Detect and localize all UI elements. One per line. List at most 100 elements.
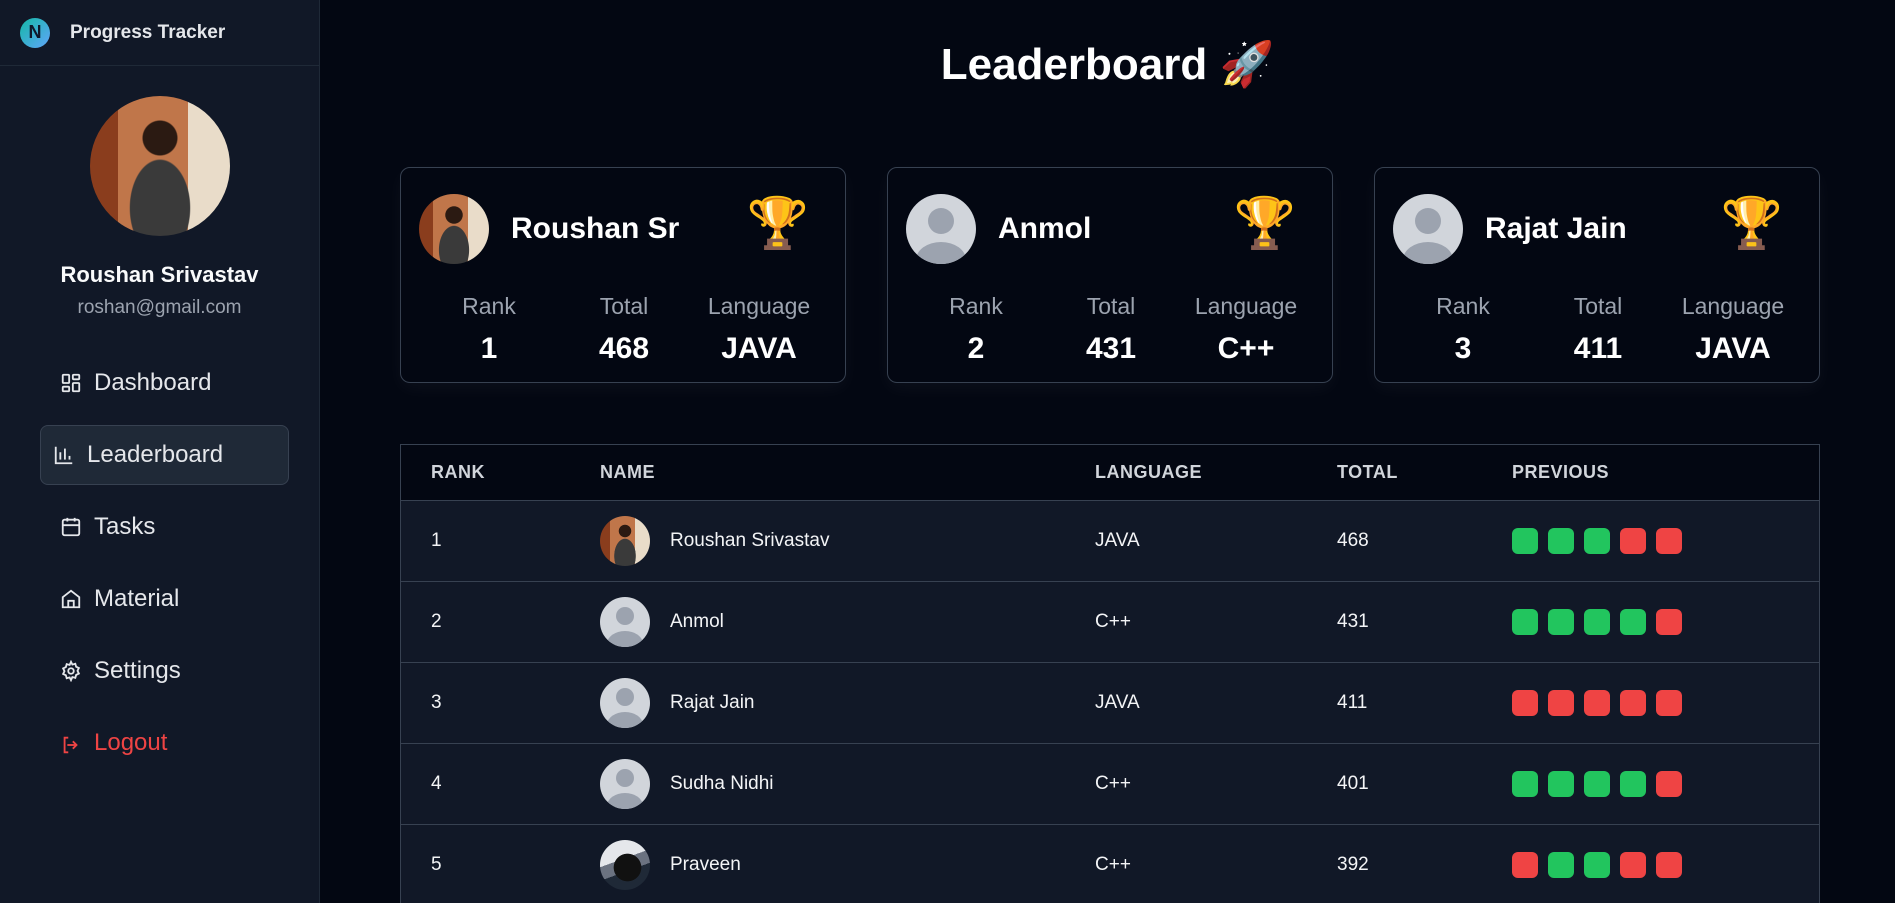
table-row[interactable]: 4 Sudha Nidhi C++ 401: [401, 743, 1819, 824]
sidebar-item-label: Tasks: [94, 513, 156, 540]
logout-icon: [60, 732, 82, 754]
cell-previous: [1512, 690, 1682, 716]
cell-previous: [1512, 852, 1682, 878]
profile-avatar[interactable]: [89, 96, 230, 236]
stat-value: 1: [480, 332, 498, 365]
stat-total: Total 411: [1538, 293, 1658, 366]
user-silhouette-icon: [607, 688, 643, 728]
card-name: Rajat Jain: [1485, 212, 1627, 245]
sidebar-item-label: Settings: [94, 657, 181, 684]
calendar-icon: [60, 516, 82, 538]
trophy-icon: 🏆: [1720, 195, 1783, 251]
sidebar-nav: Dashboard Leaderboard Tasks Material Set…: [0, 353, 319, 773]
sidebar-item-label: Leaderboard: [87, 441, 224, 468]
avatar: [600, 840, 650, 890]
top-card-2[interactable]: Anmol 🏆 Rank 2 Total 431 Language C++: [887, 167, 1333, 383]
dashboard-icon: [60, 372, 82, 394]
cell-name: Praveen: [600, 840, 741, 890]
sidebar: N Progress Tracker Roushan Srivastav ros…: [0, 0, 320, 903]
stat-label: Rank: [949, 293, 1003, 319]
column-header-language[interactable]: LANGUAGE: [1095, 462, 1202, 483]
user-name: Praveen: [670, 854, 741, 875]
sidebar-item-leaderboard[interactable]: Leaderboard: [40, 425, 289, 485]
trophy-icon: 🏆: [1233, 195, 1296, 251]
stat-language: Language JAVA: [699, 293, 819, 366]
cell-language: C++: [1095, 611, 1131, 632]
sidebar-item-dashboard[interactable]: Dashboard: [60, 353, 259, 413]
stat-total: Total 431: [1051, 293, 1171, 366]
stat-value: 3: [1454, 332, 1472, 365]
stat-value: 468: [598, 332, 650, 365]
profile: Roushan Srivastav roshan@gmail.com: [0, 66, 319, 319]
top-card-3[interactable]: Rajat Jain 🏆 Rank 3 Total 411 Language J…: [1374, 167, 1820, 383]
cell-name: Anmol: [600, 597, 724, 647]
stat-value: 431: [1085, 332, 1137, 365]
table-row[interactable]: 3 Rajat Jain JAVA 411: [401, 662, 1819, 743]
main-content: Leaderboard 🚀 Roushan Sri 🏆 Rank 1 Total…: [320, 0, 1895, 903]
result-fail-indicator: [1656, 609, 1682, 635]
cell-name: Rajat Jain: [600, 678, 755, 728]
result-pass-indicator: [1548, 852, 1574, 878]
user-name: Roushan Srivastav: [670, 530, 830, 551]
home-icon: [60, 588, 82, 610]
column-header-total[interactable]: TOTAL: [1337, 462, 1398, 483]
user-silhouette-icon: [607, 769, 643, 809]
stat-rank: Rank 1: [429, 293, 549, 366]
result-pass-indicator: [1512, 771, 1538, 797]
user-silhouette-icon: [607, 607, 643, 647]
cell-rank: 3: [431, 692, 442, 713]
top-card-1[interactable]: Roushan Sri 🏆 Rank 1 Total 468 Language …: [400, 167, 846, 383]
result-pass-indicator: [1584, 609, 1610, 635]
result-pass-indicator: [1584, 771, 1610, 797]
leaderboard-table: RANK NAME LANGUAGE TOTAL PREVIOUS 1 Rous…: [400, 444, 1820, 903]
stat-label: Language: [1681, 293, 1785, 319]
sidebar-item-material[interactable]: Material: [60, 569, 259, 629]
stat-value: C++: [1217, 332, 1275, 365]
result-fail-indicator: [1656, 852, 1682, 878]
user-silhouette-icon: [1403, 208, 1453, 264]
cell-name: Roushan Srivastav: [600, 516, 829, 566]
stat-label: Rank: [1436, 293, 1490, 319]
cell-previous: [1512, 609, 1682, 635]
result-pass-indicator: [1584, 852, 1610, 878]
stat-label: Language: [707, 293, 811, 319]
sidebar-item-label: Logout: [94, 729, 168, 756]
gear-icon: [60, 660, 82, 682]
result-pass-indicator: [1584, 528, 1610, 554]
card-name: Anmol: [998, 212, 1092, 245]
user-name: Sudha Nidhi: [670, 773, 774, 794]
sidebar-item-tasks[interactable]: Tasks: [60, 497, 259, 557]
stat-label: Total: [1573, 293, 1623, 319]
bar-chart-icon: [53, 444, 75, 466]
cell-previous: [1512, 771, 1682, 797]
sidebar-item-settings[interactable]: Settings: [60, 641, 259, 701]
page-title-text: Leaderboard: [940, 40, 1208, 89]
column-header-rank[interactable]: RANK: [431, 462, 485, 483]
result-fail-indicator: [1656, 771, 1682, 797]
brand[interactable]: N Progress Tracker: [0, 0, 319, 66]
result-fail-indicator: [1620, 690, 1646, 716]
result-pass-indicator: [1512, 528, 1538, 554]
user-name: Anmol: [670, 611, 724, 632]
table-row[interactable]: 5 Praveen C++ 392: [401, 824, 1819, 903]
avatar: [600, 597, 650, 647]
cell-rank: 2: [431, 611, 442, 632]
column-header-name[interactable]: NAME: [600, 462, 655, 483]
profile-email: roshan@gmail.com: [77, 297, 242, 318]
cell-name: Sudha Nidhi: [600, 759, 774, 809]
cell-rank: 4: [431, 773, 442, 794]
result-pass-indicator: [1548, 528, 1574, 554]
sidebar-item-logout[interactable]: Logout: [60, 713, 259, 773]
avatar: [600, 678, 650, 728]
table-row[interactable]: 2 Anmol C++ 431: [401, 581, 1819, 662]
stat-label: Language: [1194, 293, 1298, 319]
result-fail-indicator: [1656, 528, 1682, 554]
cell-previous: [1512, 528, 1682, 554]
stat-language: Language C++: [1186, 293, 1306, 366]
table-row[interactable]: 1 Roushan Srivastav JAVA 468: [401, 500, 1819, 581]
brand-logo-icon: N: [20, 17, 50, 48]
result-pass-indicator: [1512, 609, 1538, 635]
column-header-previous[interactable]: PREVIOUS: [1512, 462, 1609, 483]
result-pass-indicator: [1620, 609, 1646, 635]
stat-label: Rank: [462, 293, 516, 319]
